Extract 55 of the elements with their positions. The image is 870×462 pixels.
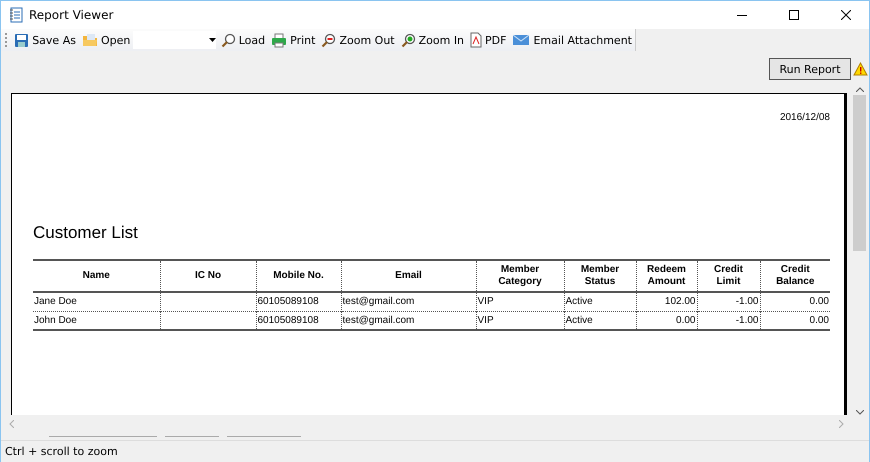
printer-icon — [271, 32, 288, 48]
table-cell: 0.00 — [676, 314, 696, 326]
envelope-icon — [512, 34, 530, 46]
pdf-file-icon — [470, 32, 482, 48]
zoom-out-icon — [321, 32, 336, 48]
column-header: Credit Balance — [760, 260, 830, 292]
toolbar-button[interactable]: Email Attachment — [509, 30, 635, 50]
toolbar-button[interactable]: Zoom Out — [318, 30, 398, 50]
table-cell: VIP — [478, 296, 494, 308]
warning-icon — [853, 62, 868, 76]
table-cell: 60105089108 — [258, 296, 319, 308]
table-cell: 0.00 — [810, 296, 829, 308]
column-header: Mobile No. — [256, 260, 341, 292]
status-text: Ctrl + scroll to zoom — [5, 445, 118, 458]
table-cell: -1.00 — [736, 296, 758, 308]
column-header: Name — [33, 260, 160, 292]
notebook-icon — [9, 7, 23, 23]
table-cell: Active — [566, 296, 593, 308]
scroll-up-icon[interactable] — [856, 87, 864, 92]
column-header: Redeem Amount — [636, 260, 697, 292]
report-date: 2016/12/08 — [780, 112, 830, 123]
scroll-right-icon[interactable] — [839, 420, 844, 428]
maximize-icon — [789, 10, 799, 20]
run-report-button[interactable]: Run Report — [769, 58, 851, 80]
column-header: Member Status — [564, 260, 636, 292]
folder-icon — [82, 33, 98, 47]
table-cell: -1.00 — [736, 314, 758, 326]
report-title: Customer List — [33, 223, 138, 242]
toolbar-button[interactable]: Save As — [11, 30, 79, 50]
scroll-down-icon[interactable] — [856, 410, 864, 415]
column-header: Member Category — [476, 260, 564, 292]
table-cell: 102.00 — [664, 296, 696, 308]
toolbar-button[interactable]: Zoom In — [398, 30, 468, 50]
table-cell: test@gmail.com — [342, 296, 414, 308]
toolbar-button[interactable]: Print — [268, 30, 318, 50]
close-icon — [841, 10, 851, 20]
column-header: Credit Limit — [697, 260, 760, 292]
table-cell: 0.00 — [810, 314, 829, 326]
zoom-in-icon — [400, 32, 416, 48]
column-header: Email — [341, 260, 476, 292]
table-cell: 60105089108 — [258, 314, 319, 326]
window-title: Report Viewer — [29, 8, 114, 22]
toolbar-button[interactable]: PDF — [467, 30, 510, 50]
table-cell: Active — [566, 314, 593, 326]
search-icon — [220, 32, 236, 48]
toolbar-button[interactable]: Load — [218, 30, 268, 50]
table-cell: John Doe — [34, 314, 77, 326]
table-cell: VIP — [478, 314, 494, 326]
column-header: IC No — [160, 260, 256, 292]
toolbar-button[interactable]: Open — [78, 30, 134, 50]
table-cell: Jane Doe — [34, 296, 77, 308]
minimize-icon — [737, 14, 747, 16]
caret-icon — [208, 38, 216, 42]
table-cell: test@gmail.com — [342, 314, 414, 326]
scroll-left-icon[interactable] — [9, 420, 14, 428]
